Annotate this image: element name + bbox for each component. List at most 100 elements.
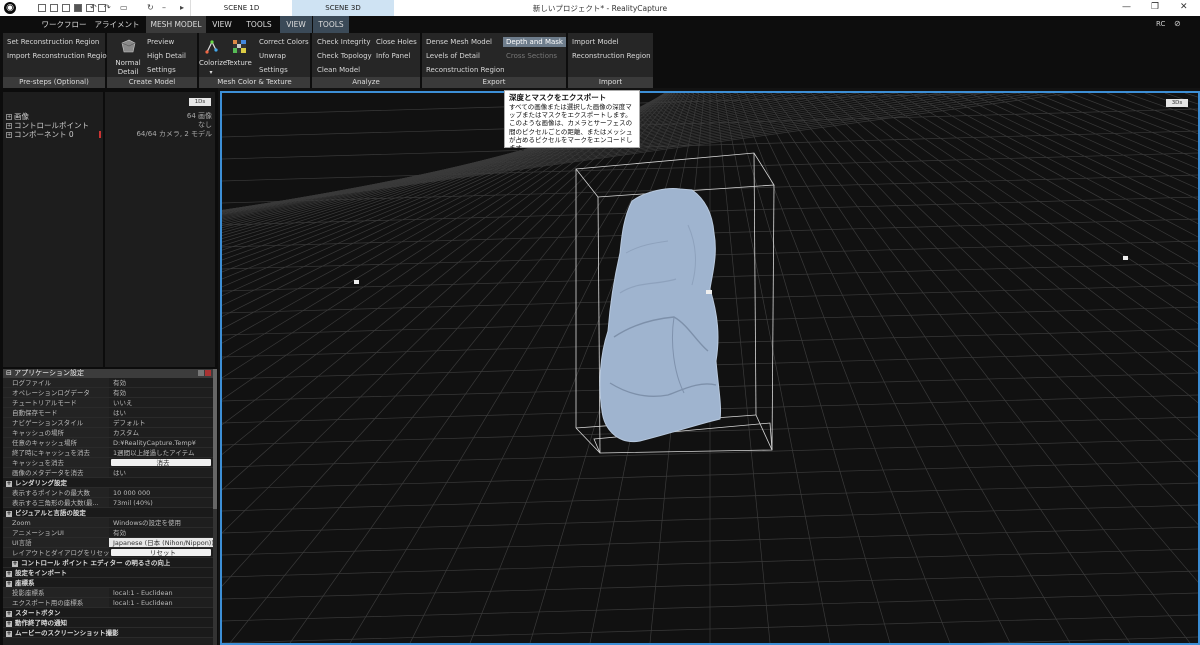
settings-value[interactable]: 1週間以上経過したアイテム <box>109 448 213 457</box>
normal-detail-button[interactable]: Normal Detail <box>113 39 143 77</box>
set-reconstruction-region-button[interactable]: Set Reconstruction Region <box>7 37 99 47</box>
settings-value[interactable]: 有効 <box>109 388 213 397</box>
layout-3-icon[interactable] <box>62 4 70 12</box>
layout-4-icon[interactable] <box>74 4 82 12</box>
expand-icon[interactable]: + <box>6 123 12 129</box>
depth-and-mask-button[interactable]: Depth and Mask <box>503 37 566 47</box>
preview-button[interactable]: Preview <box>147 37 174 47</box>
settings-value[interactable]: 73mil (40%) <box>109 498 213 507</box>
expand-icon[interactable]: + <box>6 114 12 120</box>
expand-icon[interactable]: + <box>6 571 12 577</box>
undo-icon[interactable]: ↶ <box>90 3 97 12</box>
colorize-dropdown-icon[interactable]: ▾ <box>199 68 223 77</box>
settings-row[interactable]: 終了時にキャッシュを消去 1週間以上経過したアイテム <box>3 448 213 458</box>
settings-row[interactable]: キャッシュの場所 カスタム <box>3 428 213 438</box>
settings-value[interactable]: はい <box>109 468 213 477</box>
settings-row[interactable]: オペレーションログデータ 有効 <box>3 388 213 398</box>
settings-section[interactable]: + スタートボタン <box>3 608 213 618</box>
export-reconstruction-region-button[interactable]: Reconstruction Region <box>426 65 505 75</box>
settings-value[interactable]: はい <box>109 408 213 417</box>
scrollbar-thumb[interactable] <box>213 369 217 509</box>
settings-value[interactable]: いいえ <box>109 398 213 407</box>
save-icon[interactable]: ▭ <box>120 3 128 12</box>
app-logo-icon[interactable]: ◉ <box>4 2 16 14</box>
import-reconstruction-region-button[interactable]: Import Reconstruction Region <box>7 51 111 61</box>
settings-section[interactable]: + 座標系 <box>3 578 213 588</box>
camera-marker-icon[interactable] <box>706 290 712 294</box>
settings-select[interactable]: Japanese (日本 (Nihon/Nippon)) <box>109 538 213 547</box>
maximize-icon[interactable]: ❐ <box>1151 2 1159 12</box>
settings-row[interactable]: アニメーションUI 有効 <box>3 528 213 538</box>
settings-row[interactable]: 表示するポイントの最大数 10 000 000 <box>3 488 213 498</box>
settings-row[interactable]: レイアウトとダイアログをリセット リセット <box>3 548 213 558</box>
settings-row[interactable]: ナビゲーションスタイル デフォルト <box>3 418 213 428</box>
expand-icon[interactable]: + <box>6 631 12 637</box>
redo-icon[interactable]: ↷ <box>104 3 111 12</box>
check-topology-button[interactable]: Check Topology <box>317 51 372 61</box>
tree-item-control-points[interactable]: + コントロールポイント <box>3 121 103 130</box>
expand-icon[interactable]: + <box>6 581 12 587</box>
tree-item-component[interactable]: + コンポーネント 0 <box>3 130 103 139</box>
settings-button[interactable]: Settings <box>147 65 176 75</box>
camera-marker-icon[interactable] <box>1123 256 1128 260</box>
settings-row[interactable]: Zoom Windowsの設定を使用 <box>3 518 213 528</box>
refresh-icon[interactable]: ↻ <box>147 3 154 12</box>
settings-value[interactable]: local:1 - Euclidean <box>109 598 213 607</box>
settings-row[interactable]: エクスポート用の座標系 local:1 - Euclidean <box>3 598 213 608</box>
import-region-button[interactable]: Reconstruction Region <box>572 51 651 61</box>
settings-collapse-icon[interactable]: ⊟ <box>6 369 14 377</box>
view-badge-1ds[interactable]: 1Ds <box>189 98 211 106</box>
close-holes-button[interactable]: Close Holes <box>376 37 417 47</box>
viewport-3d[interactable]: 3Ds <box>220 91 1200 645</box>
cross-sections-button[interactable]: Cross Sections <box>506 51 557 61</box>
settings-action-button[interactable]: 消去 <box>111 459 211 466</box>
clean-model-button[interactable]: Clean Model <box>317 65 360 75</box>
levels-of-detail-button[interactable]: Levels of Detail <box>426 51 480 61</box>
layout-1-icon[interactable] <box>38 4 46 12</box>
correct-colors-button[interactable]: Correct Colors <box>259 37 309 47</box>
minimize-panel-icon[interactable]: – <box>162 3 166 12</box>
settings-row[interactable]: 任意のキャッシュ場所 D:¥RealityCapture.Temp¥ <box>3 438 213 448</box>
settings-row[interactable]: 画像のメタデータを消去 はい <box>3 468 213 478</box>
settings-value[interactable]: local:1 - Euclidean <box>109 588 213 597</box>
dense-mesh-model-button[interactable]: Dense Mesh Model <box>426 37 492 47</box>
settings-action-button[interactable]: リセット <box>111 549 211 556</box>
settings-row[interactable]: キャッシュを消去 消去 <box>3 458 213 468</box>
settings-section[interactable]: + ムービーのスクリーンショット撮影 <box>3 628 213 638</box>
view-badge-3ds[interactable]: 3Ds <box>1166 99 1188 107</box>
menu-tools-1[interactable]: TOOLS <box>240 16 278 33</box>
tab-scene-1d[interactable]: SCENE 1D <box>190 0 292 16</box>
expand-icon[interactable]: + <box>6 511 12 517</box>
settings-row[interactable]: チュートリアルモード いいえ <box>3 398 213 408</box>
unwrap-button[interactable]: Unwrap <box>259 51 286 61</box>
high-detail-button[interactable]: High Detail <box>147 51 186 61</box>
expand-icon[interactable]: + <box>6 611 12 617</box>
colorize-button[interactable]: Colorize ▾ <box>199 39 227 77</box>
settings-value[interactable]: 10 000 000 <box>109 488 213 497</box>
menu-view-2[interactable]: VIEW <box>280 16 312 33</box>
layout-2-icon[interactable] <box>50 4 58 12</box>
user-initials[interactable]: RC <box>1156 20 1165 28</box>
settings-row[interactable]: 表示する三角形の最大数(最... 73mil (40%) <box>3 498 213 508</box>
settings-value[interactable]: 有効 <box>109 378 213 387</box>
menu-view-1[interactable]: VIEW <box>206 16 238 33</box>
expand-icon[interactable]: + <box>6 621 12 627</box>
expand-icon[interactable]: + <box>12 561 18 567</box>
menu-workflow[interactable]: ワークフロー <box>34 16 94 33</box>
help-icon[interactable]: ⊘ <box>1174 19 1181 28</box>
expand-icon[interactable]: + <box>6 132 12 138</box>
settings-value[interactable]: 有効 <box>109 528 213 537</box>
menu-mesh-model[interactable]: MESH MODEL <box>146 16 206 33</box>
tab-scene-3d[interactable]: SCENE 3D <box>292 0 394 16</box>
menu-alignment[interactable]: アライメント <box>94 16 140 33</box>
settings-section[interactable]: + レンダリング設定 <box>3 478 213 488</box>
tree-item-images[interactable]: + 画像 <box>3 112 103 121</box>
minimize-icon[interactable]: — <box>1122 2 1131 12</box>
menu-tools-2[interactable]: TOOLS <box>313 16 349 33</box>
check-integrity-button[interactable]: Check Integrity <box>317 37 370 47</box>
settings-row[interactable]: 自動保存モード はい <box>3 408 213 418</box>
settings-section[interactable]: + コントロール ポイント エディター の明るさの向上 <box>3 558 213 568</box>
settings-section[interactable]: + ビジュアルと言語の設定 <box>3 508 213 518</box>
settings-row[interactable]: UI言語 Japanese (日本 (Nihon/Nippon)) <box>3 538 213 548</box>
expand-icon[interactable]: + <box>6 481 12 487</box>
